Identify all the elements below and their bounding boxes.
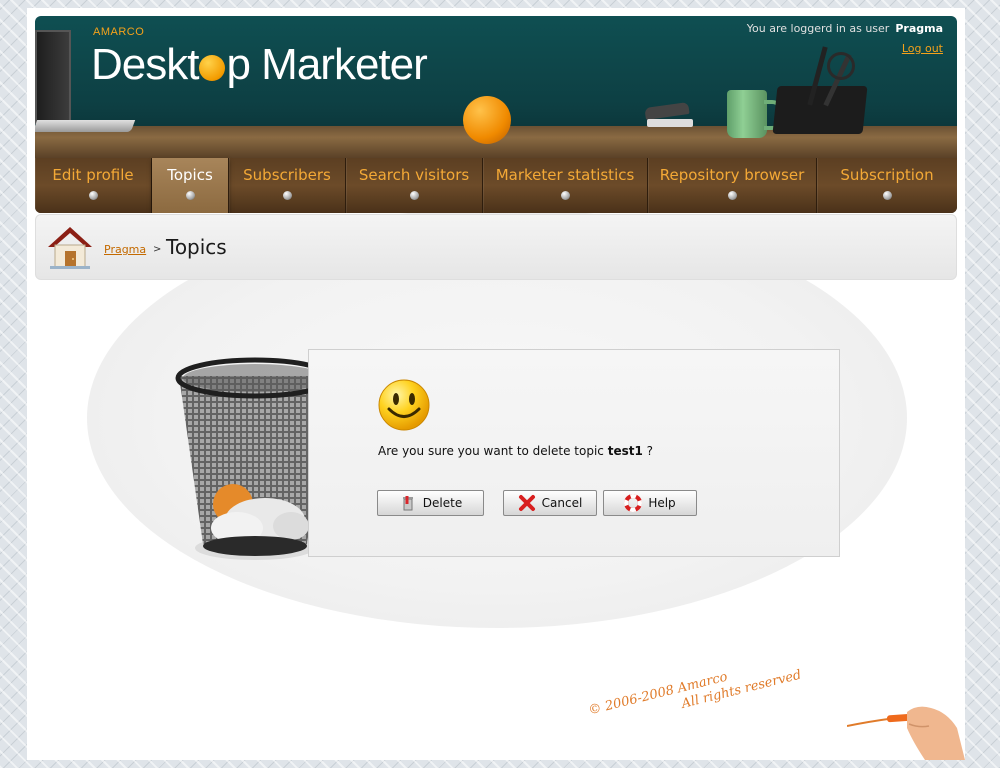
trash-can-icon (402, 496, 413, 511)
nav-dot-icon (89, 191, 98, 200)
help-button-label: Help (648, 496, 676, 510)
topic-name: test1 (607, 444, 643, 458)
product-logo-part2: p Marketer (226, 40, 427, 89)
nav-item-label: Search visitors (358, 166, 470, 184)
nav-dot-icon (410, 191, 419, 200)
nav-item-search-visitors[interactable]: Search visitors (346, 158, 483, 213)
cancel-button[interactable]: Cancel (503, 490, 597, 516)
nav-item-label: Edit profile (52, 166, 134, 184)
site-header: AMARCO Deskt p Marketer You are loggerd i… (35, 16, 957, 213)
nav-dot-icon (728, 191, 737, 200)
help-button[interactable]: Help (603, 490, 697, 516)
hand-with-pen-icon (847, 706, 965, 760)
delete-confirm-dialog: Are you sure you want to delete topic te… (308, 349, 840, 557)
delete-button-label: Delete (422, 496, 463, 510)
breadcrumb-home-link[interactable]: Pragma (104, 243, 146, 256)
desk-tools-illustration (772, 46, 885, 136)
mug-illustration (727, 90, 767, 138)
user-info: You are loggerd in as user Pragma Log out (747, 22, 943, 55)
orange-illustration (463, 96, 511, 144)
delete-button[interactable]: Delete (377, 490, 484, 516)
logged-in-label: You are loggerd in as user (746, 22, 890, 35)
breadcrumb: Pragma > Topics (35, 214, 957, 280)
confirm-message: Are you sure you want to delete topic te… (378, 444, 653, 458)
nav-item-label: Topics (167, 166, 213, 184)
nav-dot-icon (283, 191, 292, 200)
smiley-icon (378, 379, 430, 431)
page-title: Topics (166, 235, 227, 259)
nav-item-subscribers[interactable]: Subscribers (229, 158, 346, 213)
red-x-icon (518, 495, 535, 511)
nav-item-label: Subscription (840, 166, 934, 184)
username: Pragma (895, 22, 943, 35)
nav-item-label: Repository browser (659, 166, 805, 184)
confirm-question: Are you sure you want to delete topic (378, 444, 604, 458)
cancel-button-label: Cancel (541, 496, 583, 510)
nav-item-edit-profile[interactable]: Edit profile (35, 158, 152, 213)
logout-link[interactable]: Log out (902, 42, 943, 55)
orange-o-icon (199, 55, 226, 81)
nav-item-label: Subscribers (243, 166, 331, 184)
product-logo: Deskt p Marketer (91, 40, 428, 90)
nav-dot-icon (186, 191, 195, 200)
nav-dot-icon (883, 191, 892, 200)
confirm-question-mark: ? (646, 444, 654, 458)
page: AMARCO Deskt p Marketer You are loggerd i… (27, 8, 965, 760)
main-nav: Edit profile Topics Subscribers Search v… (35, 158, 957, 213)
stapler-illustration (644, 101, 693, 129)
product-logo-part1: Deskt (91, 40, 199, 89)
copyright-notice: © 2006-2008 Amarco All rights reserved (587, 652, 803, 735)
nav-item-topics[interactable]: Topics (152, 158, 229, 213)
lifebuoy-icon (624, 494, 643, 512)
nav-dot-icon (561, 191, 570, 200)
home-icon[interactable] (46, 223, 94, 269)
nav-item-marketer-statistics[interactable]: Marketer statistics (483, 158, 648, 213)
nav-item-subscription[interactable]: Subscription (817, 158, 957, 213)
breadcrumb-separator: > (153, 244, 162, 255)
nav-item-repository-browser[interactable]: Repository browser (648, 158, 817, 213)
nav-item-label: Marketer statistics (495, 166, 635, 184)
company-name: AMARCO (93, 26, 145, 38)
